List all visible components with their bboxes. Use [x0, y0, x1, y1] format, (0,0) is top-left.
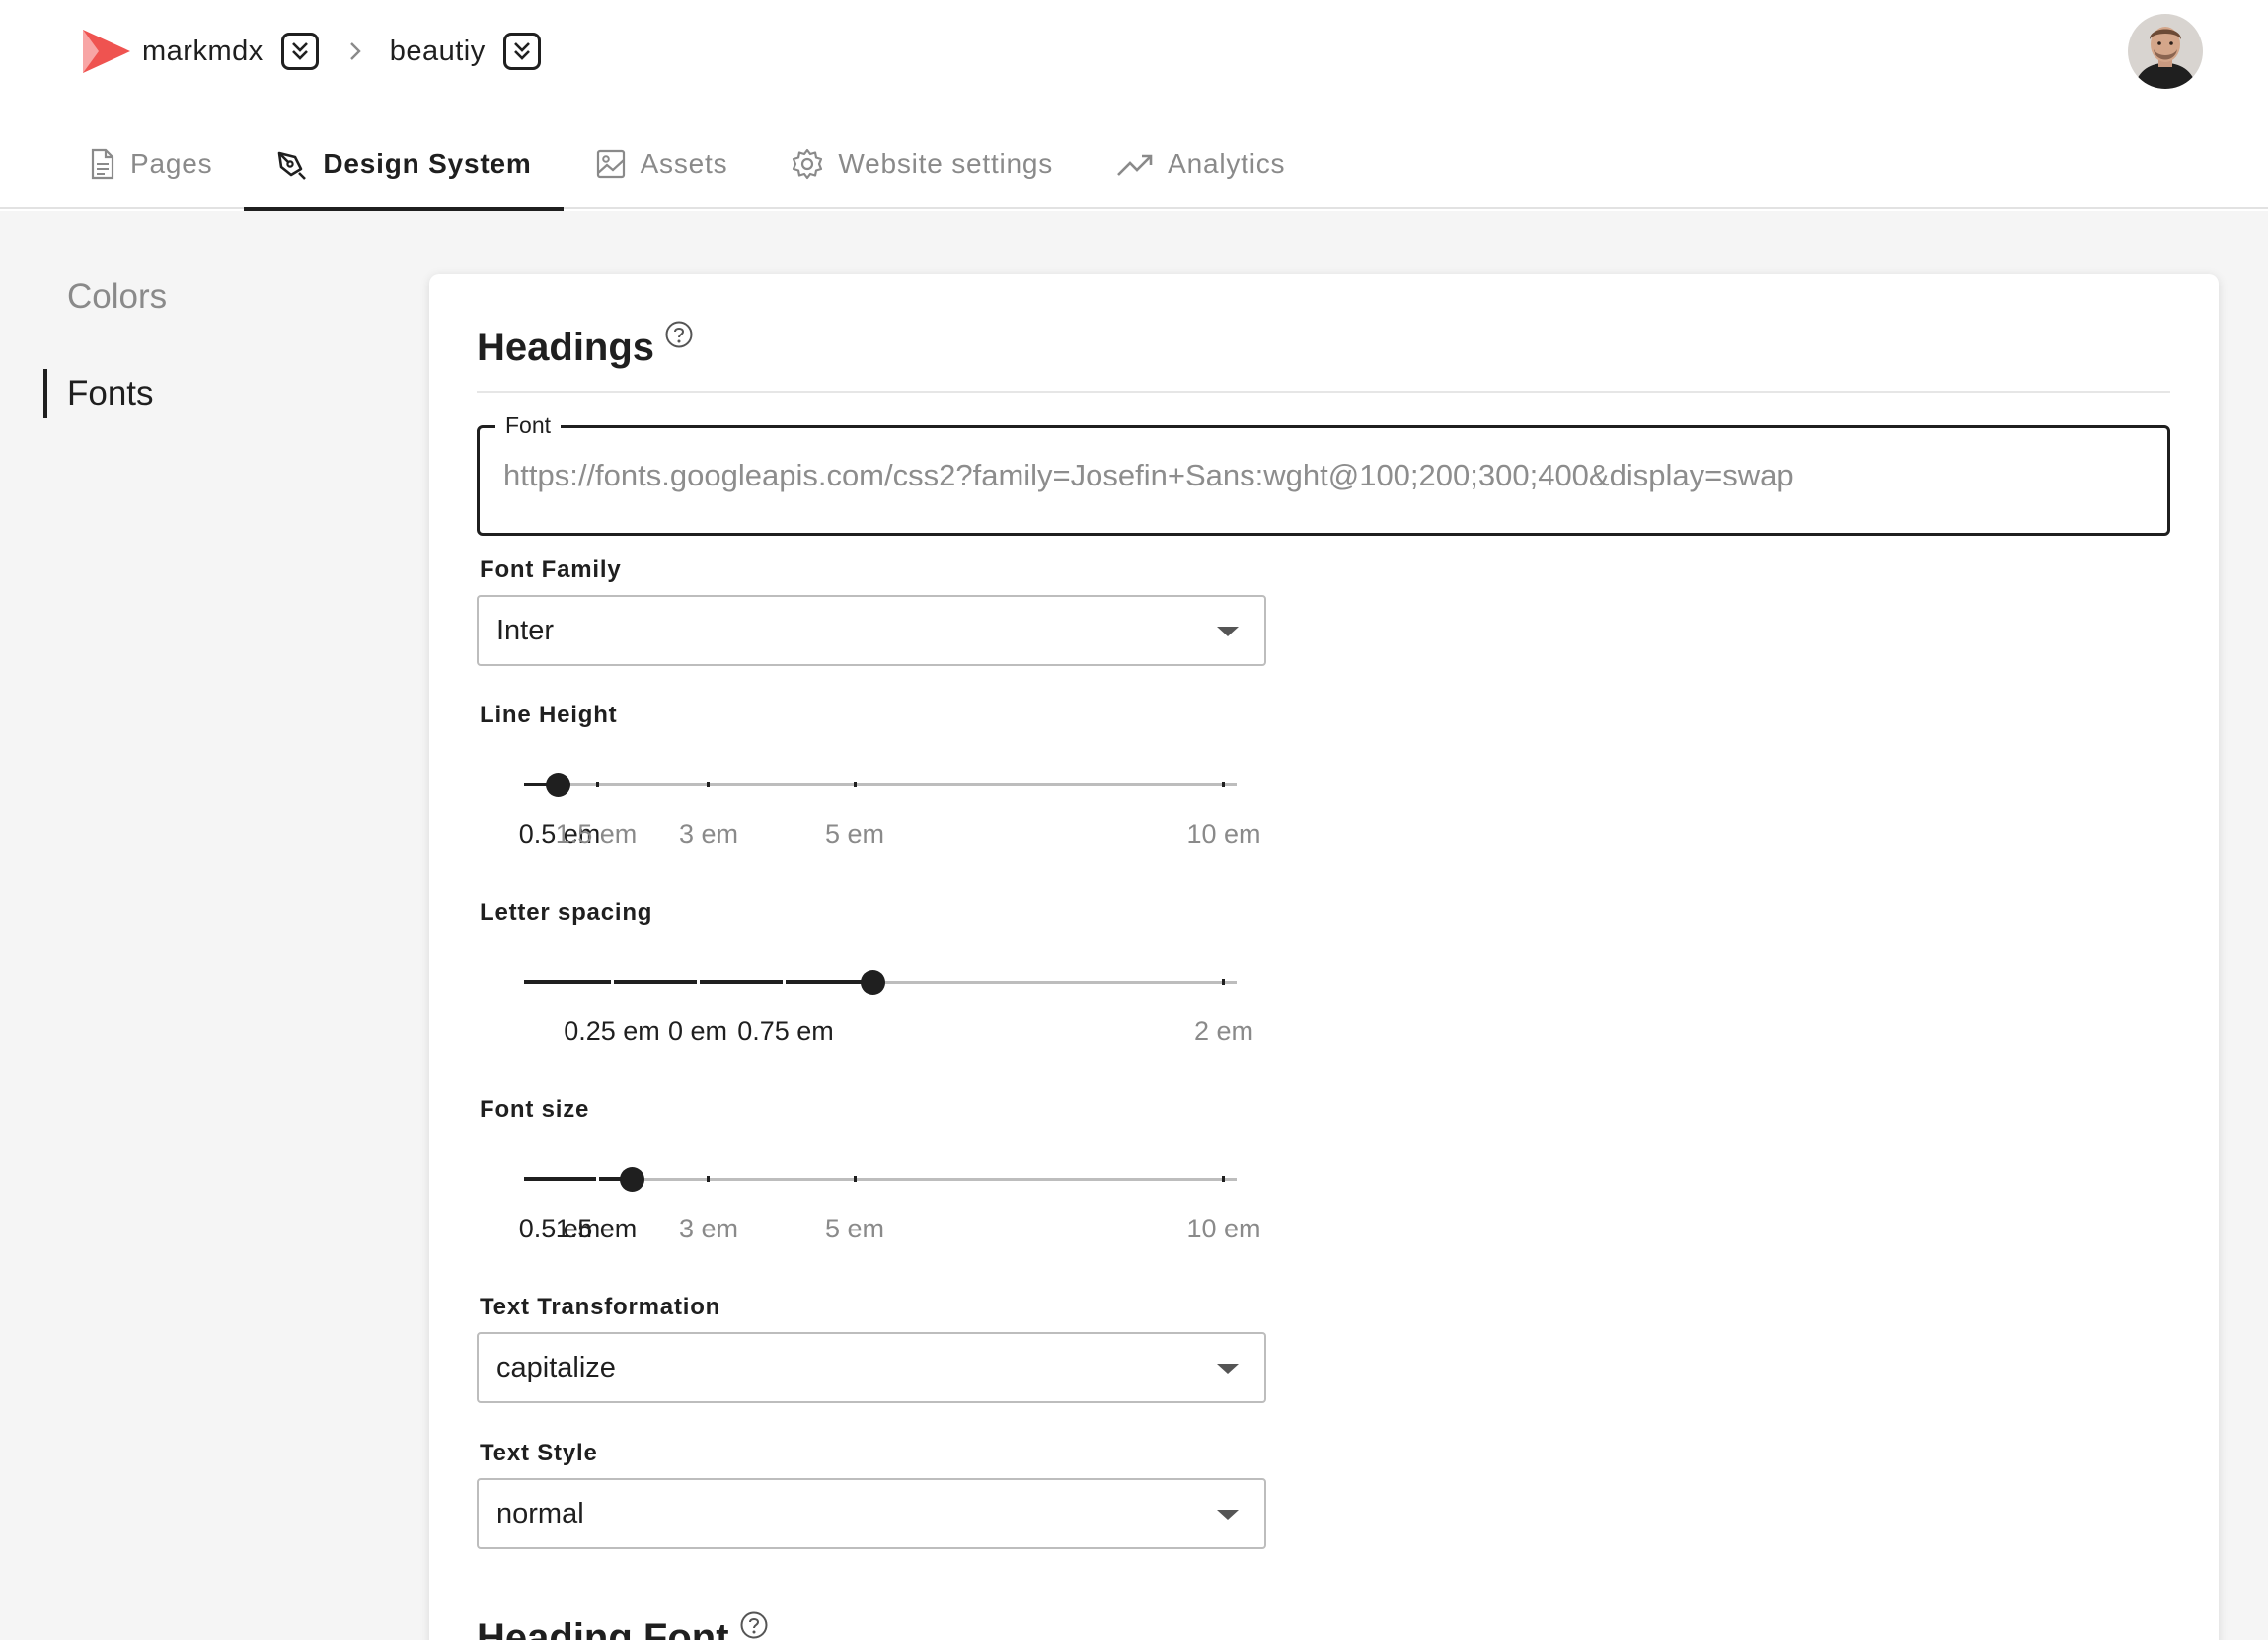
- slider-mark: [1222, 782, 1225, 787]
- tab-label: Pages: [130, 148, 213, 179]
- divider: [477, 391, 2170, 393]
- file-icon: [91, 148, 114, 180]
- project-switcher-button[interactable]: [502, 33, 541, 70]
- slider-mark-label: 5 em: [824, 819, 885, 849]
- font-url-label: Font: [495, 412, 562, 439]
- line-height-label: Line Height: [480, 702, 618, 728]
- slider-mark-label: 10 em: [1186, 1214, 1261, 1243]
- letter-spacing-slider[interactable]: 0.25 em 0 em 0.75 em 2 em: [477, 955, 1286, 1064]
- slider-rail: [524, 783, 1237, 786]
- top-bar: markmdx beautiy Pages Design System Asse…: [0, 0, 2268, 211]
- text-style-select[interactable]: normal: [477, 1478, 1266, 1549]
- slider-mark-label: 3 em: [678, 1214, 739, 1243]
- chevrons-down-icon: [291, 42, 308, 60]
- slider-mark-label: 5 em: [824, 1214, 885, 1243]
- letter-spacing-label: Letter spacing: [480, 899, 653, 926]
- help-icon[interactable]: [664, 320, 694, 349]
- slider-mark-label: 0 em: [667, 1016, 728, 1046]
- headings-title: Headings: [477, 326, 655, 369]
- help-icon[interactable]: [739, 1610, 769, 1640]
- heading-font-title: Heading Font: [477, 1616, 729, 1640]
- font-family-value: Inter: [496, 614, 555, 646]
- slider-mark-label: 1.5 em: [555, 1214, 638, 1243]
- tab-label: Assets: [640, 148, 728, 179]
- slider-mark: [697, 979, 700, 985]
- dropdown-arrow-icon: [1217, 1364, 1239, 1374]
- logo-icon: [83, 30, 130, 73]
- tab-website-settings[interactable]: Website settings: [759, 118, 1085, 209]
- slider-mark: [854, 782, 857, 787]
- chevrons-down-icon: [513, 42, 530, 60]
- slider-mark-label: 3 em: [678, 819, 739, 849]
- slider-thumb[interactable]: [546, 773, 570, 797]
- slider-mark: [1222, 1176, 1225, 1182]
- dropdown-arrow-icon: [1217, 1510, 1239, 1520]
- text-transformation-select[interactable]: capitalize: [477, 1332, 1266, 1403]
- slider-mark-label: 0.25 em: [564, 1016, 660, 1046]
- tab-pages[interactable]: Pages: [55, 118, 244, 209]
- chevron-right-icon: [348, 40, 362, 62]
- font-family-select[interactable]: Inter: [477, 595, 1266, 666]
- font-family-label: Font Family: [480, 557, 622, 583]
- main-tabs: Pages Design System Assets Website setti…: [55, 118, 1317, 211]
- tab-design-system[interactable]: Design System: [244, 118, 564, 211]
- dropdown-arrow-icon: [1217, 627, 1239, 636]
- slider-mark-label: 10 em: [1186, 819, 1261, 849]
- project-name[interactable]: beautiy: [390, 36, 486, 68]
- tab-assets[interactable]: Assets: [564, 118, 760, 209]
- tab-analytics[interactable]: Analytics: [1085, 118, 1317, 209]
- text-style-label: Text Style: [480, 1440, 598, 1466]
- tab-label: Website settings: [838, 148, 1054, 179]
- avatar[interactable]: [2128, 14, 2203, 89]
- org-switcher-button[interactable]: [280, 33, 319, 70]
- gear-icon: [793, 148, 823, 180]
- sidebar-item-fonts[interactable]: Fonts: [43, 363, 167, 424]
- breadcrumb: markmdx beautiy: [79, 24, 541, 79]
- slider-mark-label: 1.5 em: [555, 819, 638, 849]
- text-transformation-label: Text Transformation: [480, 1294, 721, 1320]
- slider-thumb[interactable]: [861, 970, 885, 995]
- slider-mark-label: 0.75 em: [737, 1016, 834, 1046]
- text-style-value: normal: [496, 1497, 584, 1529]
- slider-thumb[interactable]: [620, 1167, 644, 1192]
- slider-mark: [1222, 979, 1225, 985]
- slider-track: [524, 1177, 633, 1181]
- section-heading: Headings: [477, 321, 694, 370]
- slider-mark: [596, 782, 599, 787]
- font-url-field: Font: [477, 412, 2170, 536]
- text-transformation-value: capitalize: [496, 1351, 616, 1383]
- font-size-slider[interactable]: 0.5 em 1.5 em 3 em 5 em 10 em: [477, 1153, 1286, 1261]
- slider-mark: [707, 782, 710, 787]
- fonts-card: Headings Font Font Family Inter Line Hei…: [429, 274, 2219, 1640]
- slider-mark: [611, 979, 614, 985]
- image-icon: [596, 149, 625, 179]
- org-name[interactable]: markmdx: [142, 36, 264, 68]
- slider-mark: [596, 1176, 599, 1182]
- slider-mark-label: 2 em: [1193, 1016, 1254, 1046]
- line-height-slider[interactable]: 0.5 em 1.5 em 3 em 5 em 10 em: [477, 758, 1286, 866]
- trending-up-icon: [1117, 154, 1153, 176]
- pen-tool-icon: [278, 151, 307, 180]
- design-system-sidebar: Colors Fonts: [43, 266, 167, 460]
- slider-mark: [783, 979, 786, 985]
- tab-label: Analytics: [1168, 148, 1286, 179]
- font-url-input[interactable]: [503, 458, 2142, 493]
- slider-mark: [707, 1176, 710, 1182]
- section-heading: Heading Font: [477, 1611, 769, 1640]
- slider-mark: [854, 1176, 857, 1182]
- sidebar-item-colors[interactable]: Colors: [43, 266, 167, 328]
- font-size-label: Font size: [480, 1096, 590, 1123]
- tab-label: Design System: [323, 148, 532, 179]
